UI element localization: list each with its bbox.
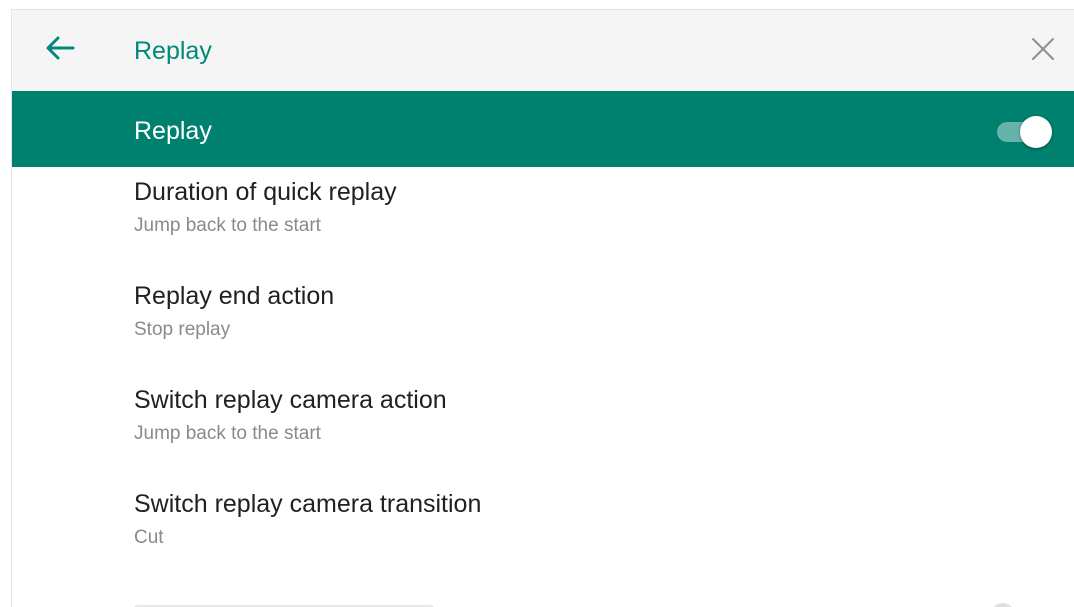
- pref-title: Switch replay camera action: [134, 386, 447, 414]
- pref-switch-replay-camera-transition[interactable]: Switch replay camera transition Cut: [12, 490, 1074, 594]
- replay-settings-panel: Replay Replay Duration of quick replay J…: [11, 9, 1074, 607]
- toolbar: Replay: [12, 10, 1074, 91]
- close-button[interactable]: [1024, 32, 1062, 70]
- pref-summary: Jump back to the start: [134, 215, 321, 236]
- toggle-thumb: [1020, 116, 1052, 148]
- close-icon: [1031, 37, 1055, 66]
- pref-title: Duration of quick replay: [134, 178, 397, 206]
- clipped-toggle-thumb: [990, 603, 1016, 607]
- pref-summary: Jump back to the start: [134, 423, 321, 444]
- pref-summary: Stop replay: [134, 319, 231, 340]
- pref-switch-replay-camera-action[interactable]: Switch replay camera action Jump back to…: [12, 386, 1074, 490]
- partially-visible-list-item[interactable]: [12, 595, 1074, 607]
- page-title: Replay: [134, 37, 212, 65]
- arrow-left-icon: [45, 35, 75, 66]
- pref-summary: Cut: [134, 527, 164, 548]
- pref-title: Replay end action: [134, 282, 335, 310]
- pref-title: Switch replay camera transition: [134, 490, 482, 518]
- master-switch-bar[interactable]: Replay: [12, 91, 1074, 167]
- back-button[interactable]: [42, 32, 78, 68]
- master-switch-label: Replay: [134, 117, 212, 145]
- pref-duration-of-quick-replay[interactable]: Duration of quick replay Jump back to th…: [12, 178, 1074, 282]
- replay-toggle[interactable]: [994, 114, 1052, 148]
- pref-replay-end-action[interactable]: Replay end action Stop replay: [12, 282, 1074, 386]
